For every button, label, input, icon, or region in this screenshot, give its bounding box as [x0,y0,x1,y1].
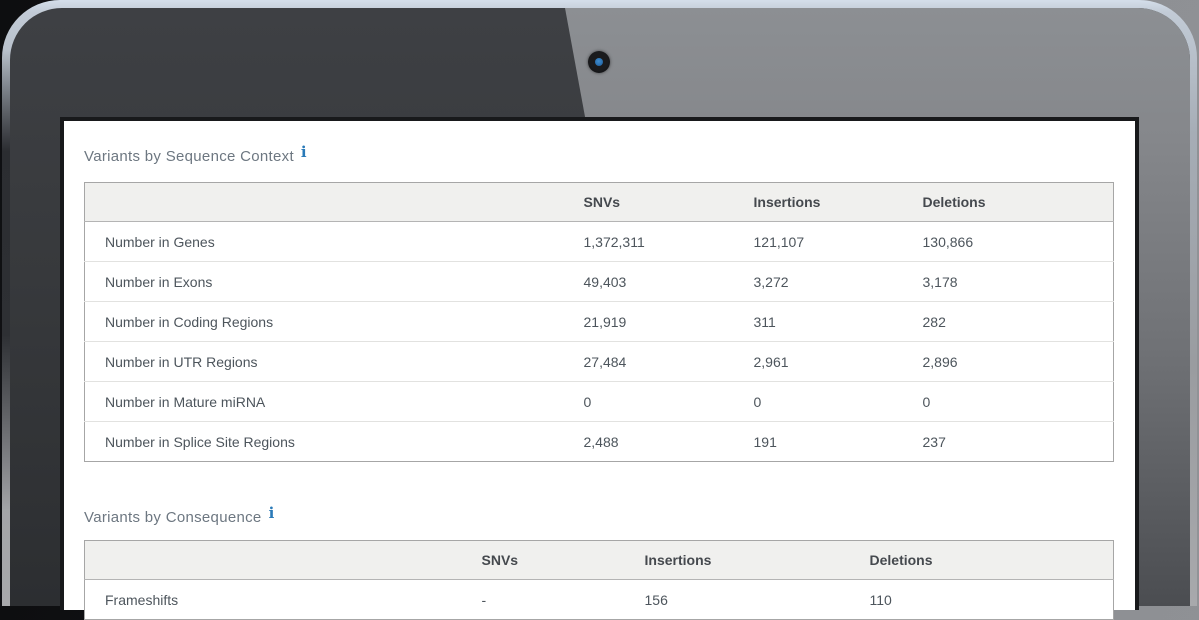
insertions-value: 121,107 [734,222,903,262]
deletions-value: 282 [903,302,1114,342]
snvs-value: 21,919 [564,302,734,342]
insertions-value: 311 [734,302,903,342]
insertions-value: 156 [625,580,850,620]
column-header-snvs: SNVs [462,541,625,580]
column-header-empty [85,541,462,580]
table-row: Number in Genes 1,372,311 121,107 130,86… [85,222,1114,262]
front-camera-icon [588,51,610,73]
sequence-context-table: SNVs Insertions Deletions Number in Gene… [84,182,1114,462]
table-row: Number in Mature miRNA 0 0 0 [85,382,1114,422]
camera-lens [595,58,603,66]
section-sequence-context: Variants by Sequence Contexti SNVs Inser… [84,147,1115,462]
table-header-row: SNVs Insertions Deletions [85,183,1114,222]
row-label: Frameshifts [85,580,462,620]
tablet-screen: Variants by Sequence Contexti SNVs Inser… [60,117,1139,610]
table-row: Number in Splice Site Regions 2,488 191 … [85,422,1114,462]
snvs-value: 49,403 [564,262,734,302]
deletions-value: 3,178 [903,262,1114,302]
insertions-value: 2,961 [734,342,903,382]
section-consequence: Variants by Consequencei SNVs Insertions… [84,508,1115,620]
info-icon[interactable]: i [301,143,307,161]
row-label: Number in Coding Regions [85,302,564,342]
column-header-deletions: Deletions [850,541,1114,580]
consequence-title: Variants by Consequencei [84,508,1115,527]
deletions-value: 0 [903,382,1114,422]
sequence-context-title: Variants by Sequence Contexti [84,147,1115,166]
table-row: Number in Exons 49,403 3,272 3,178 [85,262,1114,302]
table-row: Number in UTR Regions 27,484 2,961 2,896 [85,342,1114,382]
table-row: Number in Coding Regions 21,919 311 282 [85,302,1114,342]
consequence-table: SNVs Insertions Deletions Frameshifts - … [84,540,1114,620]
column-header-snvs: SNVs [564,183,734,222]
column-header-insertions: Insertions [625,541,850,580]
insertions-value: 3,272 [734,262,903,302]
insertions-value: 191 [734,422,903,462]
info-icon[interactable]: i [269,504,275,522]
deletions-value: 130,866 [903,222,1114,262]
report-content: Variants by Sequence Contexti SNVs Inser… [64,121,1135,620]
snvs-value: - [462,580,625,620]
snvs-value: 27,484 [564,342,734,382]
insertions-value: 0 [734,382,903,422]
table-header-row: SNVs Insertions Deletions [85,541,1114,580]
row-label: Number in Genes [85,222,564,262]
snvs-value: 0 [564,382,734,422]
snvs-value: 2,488 [564,422,734,462]
row-label: Number in Splice Site Regions [85,422,564,462]
column-header-empty [85,183,564,222]
column-header-insertions: Insertions [734,183,903,222]
consequence-title-text: Variants by Consequence [84,509,262,526]
table-row: Frameshifts - 156 110 [85,580,1114,620]
deletions-value: 110 [850,580,1114,620]
snvs-value: 1,372,311 [564,222,734,262]
row-label: Number in UTR Regions [85,342,564,382]
row-label: Number in Exons [85,262,564,302]
column-header-deletions: Deletions [903,183,1114,222]
deletions-value: 2,896 [903,342,1114,382]
row-label: Number in Mature miRNA [85,382,564,422]
deletions-value: 237 [903,422,1114,462]
sequence-context-title-text: Variants by Sequence Context [84,148,294,165]
